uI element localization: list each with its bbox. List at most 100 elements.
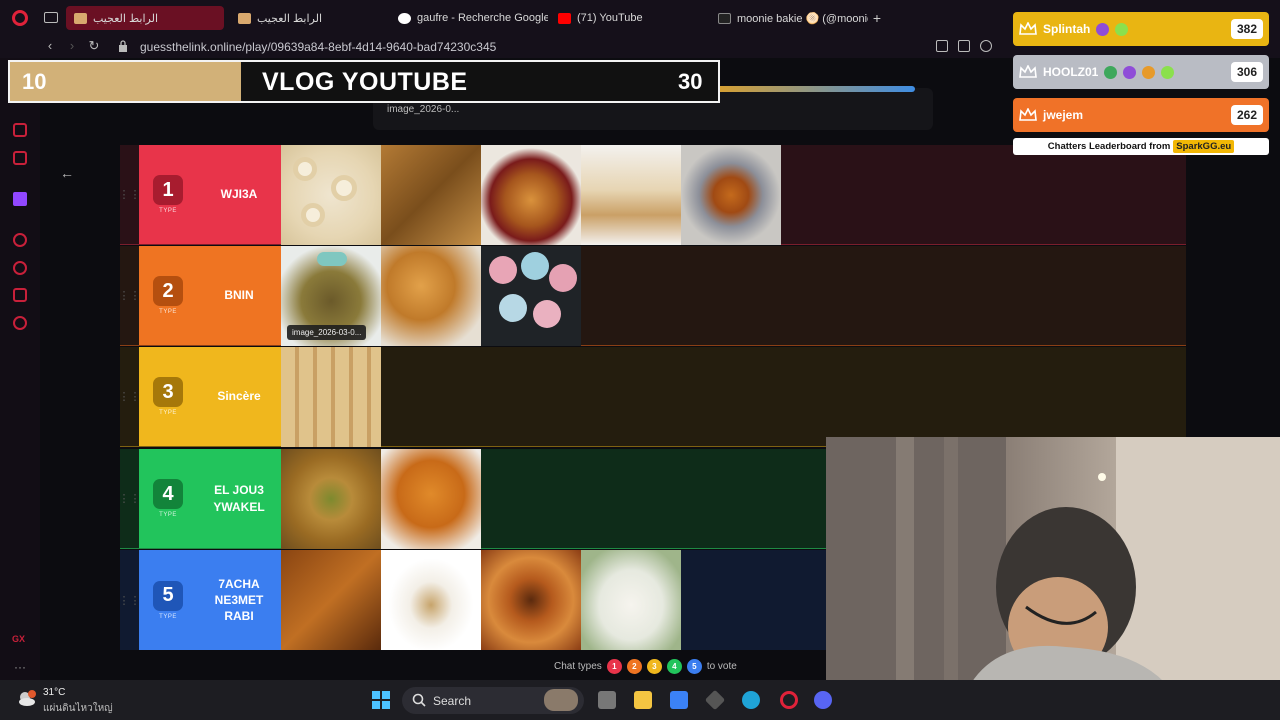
leaderboard-footer: Chatters Leaderboard from SparkGG.eu [1013,138,1269,155]
forward-button[interactable]: › [64,38,80,54]
tier-row-1: ⋮⋮ 1 TYPE WJI3A [119,145,1186,245]
opera-logo-icon[interactable] [12,10,28,26]
tier-row-3: ⋮⋮ 3 TYPE Sincère [119,347,1186,447]
food-image[interactable] [281,449,381,549]
food-image[interactable] [481,145,581,245]
crown-icon [1019,22,1037,35]
weather-icon[interactable] [16,690,36,708]
tier-items [281,347,1186,447]
google-icon [398,12,411,24]
shield-icon[interactable] [980,40,992,52]
tier-rank-cell: 2 TYPE [139,246,197,345]
leaderboard-name: HOOLZ01 [1043,65,1099,79]
tier-rank-sub: TYPE [159,512,177,518]
badge-icon [1123,65,1137,79]
url-field[interactable]: guessthelink.online/play/09639a84-8ebf-4… [140,40,496,54]
leaderboard-name: Splintah [1043,22,1091,36]
search-icon [412,693,426,707]
more-icon[interactable]: ··· [14,660,26,674]
leaderboard-score: 262 [1230,105,1263,125]
food-image[interactable] [481,550,581,650]
food-image[interactable] [381,246,481,346]
food-image[interactable] [581,550,681,650]
weather-location: แผ่นดินไหวใหญ่ [43,703,113,714]
tier-label: 7ACHA NE3MET RABI [197,550,281,650]
badge-icon [1115,22,1129,36]
chat-types-hint: Chat types 1 2 3 4 5 to vote [554,659,737,674]
search-hint-text: image_2026-0... [387,104,460,115]
drag-handle-icon[interactable]: ⋮⋮ [119,246,141,345]
tab-favicon-icon [74,12,87,24]
leaderboard-score: 382 [1230,19,1263,39]
tier-rank-cell: 5 TYPE [139,550,197,650]
drag-handle-icon[interactable]: ⋮⋮ [119,347,141,446]
food-image[interactable] [281,145,381,245]
chat-type-badge: 3 [646,659,662,674]
search-highlight-icon [544,689,578,711]
snapshot-icon[interactable] [958,40,970,52]
edge-icon[interactable] [742,691,760,709]
youtube-icon [558,12,571,24]
leaderboard-score: 306 [1230,62,1263,82]
gx-icon[interactable]: GX [12,634,25,644]
chat-type-badge: 4 [666,659,682,674]
screen: الرابط العجيب الرابط العجيب gaufre - Rec… [0,0,1280,720]
chat-types-prefix: Chat types [554,661,602,672]
sidebar-twitch-icon[interactable] [13,192,27,206]
badge-icon [1161,65,1175,79]
tab-2[interactable]: الرابط العجيب [230,6,388,30]
reload-button[interactable]: ↻ [86,38,102,54]
food-image[interactable] [381,449,481,549]
image-tooltip: image_2026-03-0... [287,325,367,340]
tier-rank-cell: 3 TYPE [139,347,197,446]
workspaces-icon[interactable] [44,12,58,23]
food-image[interactable] [581,145,681,245]
chat-type-badge: 5 [686,659,702,674]
food-image[interactable] [381,145,481,245]
tier-rank-badge: 4 [153,479,183,509]
food-image[interactable]: image_2026-03-0... [281,246,381,346]
drag-handle-icon[interactable]: ⋮⋮ [119,145,141,244]
badge-icon [1142,65,1156,79]
back-button[interactable]: ‹ [42,38,58,54]
opera-gx-icon[interactable] [780,691,798,709]
drag-handle-icon[interactable]: ⋮⋮ [119,449,141,548]
weather-temp: 31°C [43,687,66,698]
food-image[interactable] [481,246,581,346]
tab-4[interactable]: (71) YouTube [550,6,708,30]
pin-icon[interactable] [936,40,948,52]
task-view-icon[interactable] [598,691,616,709]
sidebar-settings-icon[interactable] [13,316,27,330]
tab-5[interactable]: moonie bakie 🫓 (@moonie [710,6,868,30]
food-image[interactable] [281,347,381,447]
discord-icon[interactable] [814,691,832,709]
sidebar-extensions-icon[interactable] [13,288,27,302]
windows-start-icon[interactable] [372,691,390,709]
tier-rank-cell: 1 TYPE [139,145,197,244]
food-image[interactable] [681,145,781,245]
sidebar-gmail-icon[interactable] [13,151,27,165]
taskbar-search-label: Search [433,694,472,708]
file-explorer-icon[interactable] [634,691,652,709]
logo-mark [317,252,347,266]
sidebar-aria-icon[interactable] [13,123,27,137]
new-tab-button[interactable]: + [870,11,884,25]
chat-types-suffix: to vote [706,661,737,672]
tier-label: EL JOU3 YWAKEL [197,449,281,548]
crown-icon [1019,108,1037,121]
tab-3[interactable]: gaufre - Recherche Google [390,6,548,30]
tab-label: moonie bakie 🫓 (@moonie [737,12,868,25]
tab-1[interactable]: الرابط العجيب [66,6,224,30]
tier-label: Sincère [197,347,281,446]
tiktok-icon [718,12,731,24]
food-image[interactable] [381,550,481,650]
sidebar-player-icon[interactable] [13,233,27,247]
tier-rank-badge: 5 [153,580,183,611]
drag-handle-icon[interactable]: ⋮⋮ [119,550,141,650]
store-icon[interactable] [670,691,688,709]
vote-right-count: 30 [678,69,703,94]
food-image[interactable] [281,550,381,650]
tier-label: WJI3A [197,145,281,244]
sidebar-history-icon[interactable] [13,261,27,275]
back-arrow-icon[interactable]: ← [56,162,78,184]
